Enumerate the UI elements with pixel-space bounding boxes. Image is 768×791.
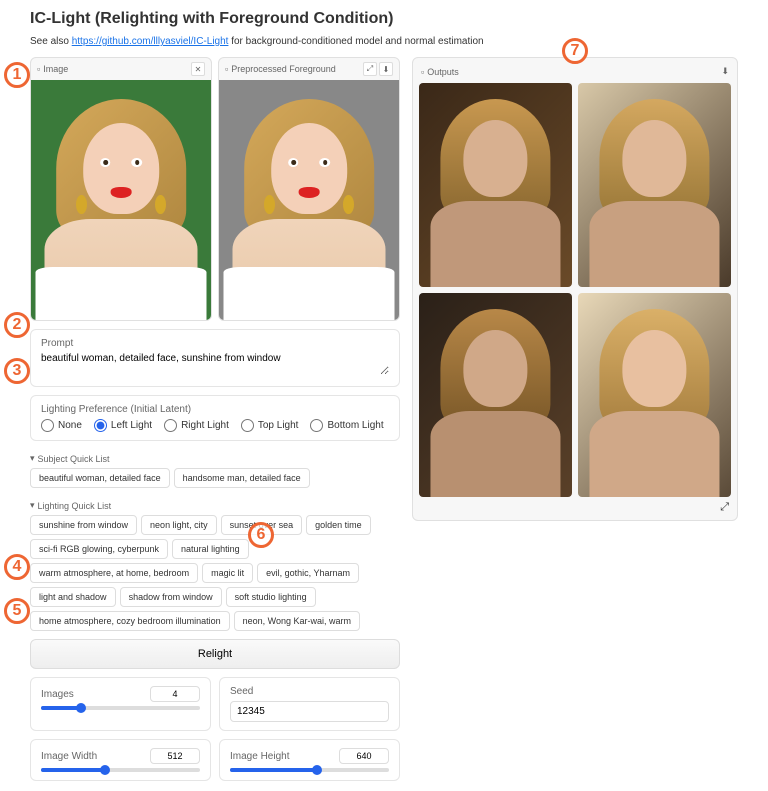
images-label: Images	[41, 689, 74, 700]
subject-chip[interactable]: beautiful woman, detailed face	[30, 468, 170, 488]
outputs-label: Outputs	[427, 67, 459, 77]
lighting-chip[interactable]: sunset over sea	[221, 515, 303, 535]
image-icon: ▫	[225, 64, 228, 74]
image-icon: ▫	[37, 64, 40, 74]
subtitle-suffix: for background-conditioned model and nor…	[231, 36, 483, 47]
output-image[interactable]	[578, 293, 731, 497]
prompt-input[interactable]: beautiful woman, detailed face, sunshine…	[41, 353, 389, 375]
width-label: Image Width	[41, 751, 97, 762]
lighting-option[interactable]: Top Light	[241, 419, 299, 432]
lighting-chip[interactable]: warm atmosphere, at home, bedroom	[30, 563, 198, 583]
lighting-quick-header[interactable]: ▾Lighting Quick List	[30, 496, 400, 515]
lighting-section: Lighting Preference (Initial Latent) Non…	[30, 395, 400, 441]
preprocessed-panel: ▫ Preprocessed Foreground ⤢ ⬇	[218, 57, 400, 321]
subject-chip[interactable]: handsome man, detailed face	[174, 468, 310, 488]
preprocessed-image[interactable]	[219, 80, 399, 320]
image-label: Image	[43, 64, 68, 74]
subject-quick-header[interactable]: ▾Subject Quick List	[30, 449, 400, 468]
output-image[interactable]	[419, 293, 572, 497]
annotation-1: 1	[4, 62, 30, 88]
annotation-3: 3	[4, 358, 30, 384]
annotation-4: 4	[4, 554, 30, 580]
expand-icon[interactable]: ⤢	[363, 62, 377, 76]
subtitle-prefix: See also	[30, 36, 72, 47]
subtitle: See also https://github.com/lllyasviel/I…	[30, 36, 738, 47]
image-icon: ▫	[421, 67, 424, 77]
outputs-panel: ▫ Outputs ⬇ ⤢	[412, 57, 738, 521]
prompt-section: Prompt beautiful woman, detailed face, s…	[30, 329, 400, 387]
height-value[interactable]	[339, 748, 389, 764]
lighting-chip[interactable]: neon, Wong Kar-wai, warm	[234, 611, 360, 631]
height-slider[interactable]	[230, 768, 389, 772]
lighting-chip[interactable]: sci-fi RGB glowing, cyberpunk	[30, 539, 168, 559]
width-slider[interactable]	[41, 768, 200, 772]
output-image[interactable]	[419, 83, 572, 287]
page-title: IC-Light (Relighting with Foreground Con…	[30, 10, 738, 28]
seed-label: Seed	[230, 686, 389, 697]
annotation-2: 2	[4, 312, 30, 338]
lighting-chip[interactable]: home atmosphere, cozy bedroom illuminati…	[30, 611, 230, 631]
lighting-chip[interactable]: sunshine from window	[30, 515, 137, 535]
lighting-option[interactable]: Right Light	[164, 419, 229, 432]
lighting-option[interactable]: None	[41, 419, 82, 432]
clear-image-button[interactable]: ✕	[191, 62, 205, 76]
lighting-chip[interactable]: neon light, city	[141, 515, 217, 535]
preprocessed-label: Preprocessed Foreground	[231, 64, 336, 74]
chevron-down-icon: ▾	[30, 500, 35, 511]
lighting-chip[interactable]: soft studio lighting	[226, 587, 316, 607]
lighting-chip[interactable]: magic lit	[202, 563, 253, 583]
output-image[interactable]	[578, 83, 731, 287]
width-value[interactable]	[150, 748, 200, 764]
seed-input[interactable]	[230, 701, 389, 722]
images-value[interactable]	[150, 686, 200, 702]
chevron-down-icon: ▾	[30, 453, 35, 464]
lighting-option[interactable]: Bottom Light	[310, 419, 383, 432]
lighting-chip[interactable]: shadow from window	[120, 587, 222, 607]
lighting-label: Lighting Preference (Initial Latent)	[41, 404, 389, 415]
download-icon[interactable]: ⬇	[379, 62, 393, 76]
lighting-chip[interactable]: golden time	[306, 515, 371, 535]
lighting-chip[interactable]: light and shadow	[30, 587, 116, 607]
input-image[interactable]	[31, 80, 211, 320]
relight-button[interactable]: Relight	[30, 639, 400, 669]
images-slider[interactable]	[41, 706, 200, 710]
height-label: Image Height	[230, 751, 289, 762]
download-all-button[interactable]: ⬇	[721, 66, 729, 77]
input-image-panel: ▫ Image ✕	[30, 57, 212, 321]
github-link[interactable]: https://github.com/lllyasviel/IC-Light	[72, 36, 229, 47]
subject-quick-label: Subject Quick List	[38, 454, 110, 464]
lighting-option[interactable]: Left Light	[94, 419, 152, 432]
fullscreen-icon[interactable]: ⤢	[720, 501, 729, 514]
lighting-chip[interactable]: natural lighting	[172, 539, 249, 559]
lighting-quick-label: Lighting Quick List	[38, 501, 112, 511]
prompt-label: Prompt	[41, 338, 389, 349]
lighting-chip[interactable]: evil, gothic, Yharnam	[257, 563, 359, 583]
annotation-5: 5	[4, 598, 30, 624]
